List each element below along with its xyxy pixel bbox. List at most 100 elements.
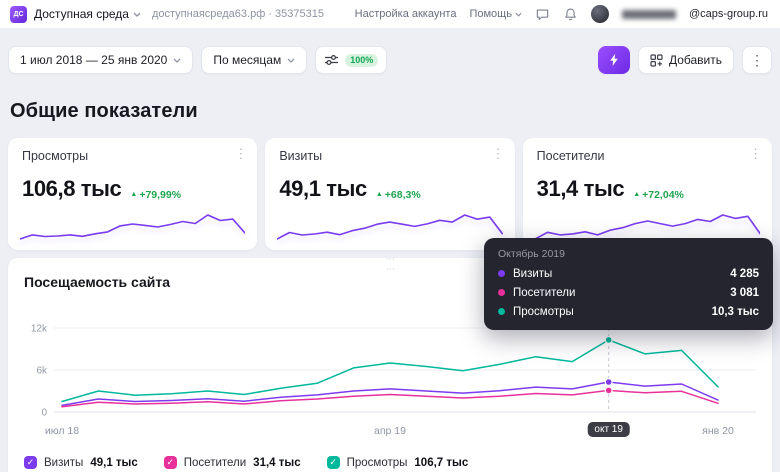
- widgets-grid-icon: [650, 54, 663, 67]
- tooltip-value: 10,3 тыс: [712, 306, 759, 318]
- metric-card-title: Посетители: [537, 149, 758, 163]
- x-tick-label: янв 20: [702, 425, 734, 437]
- chat-icon[interactable]: [535, 7, 550, 22]
- series-dot-icon: [498, 289, 505, 296]
- metric-card-title: Просмотры: [22, 149, 243, 163]
- topbar-left: ДС Доступная среда доступнаясреда63.рф ·…: [10, 6, 324, 23]
- legend-item-visitors[interactable]: ✓ Посетители 31,4 тыс: [164, 456, 301, 469]
- date-range-picker[interactable]: 1 июл 2018 — 25 янв 2020: [8, 46, 193, 74]
- add-widget-button[interactable]: Добавить: [638, 46, 734, 74]
- bell-icon[interactable]: [563, 7, 578, 22]
- checkbox-icon: ✓: [327, 456, 340, 469]
- user-email-domain: @caps-group.ru: [689, 8, 768, 20]
- tooltip-row: Визиты 4 285: [498, 264, 759, 283]
- series-dot-icon: [498, 308, 505, 315]
- account-settings-link[interactable]: Настройка аккаунта: [355, 8, 457, 20]
- legend-value: 106,7 тыс: [414, 457, 468, 469]
- metric-card-views: Просмотры ⋮ 106,8 тыс ▲+79,99%: [8, 138, 257, 250]
- legend-label: Визиты: [44, 457, 83, 469]
- metric-cards-row: Просмотры ⋮ 106,8 тыс ▲+79,99% Визиты ⋮ …: [0, 138, 780, 250]
- line-chart[interactable]: 12k 6k 0 июл 18 апр 19 окт 19 янв 20: [24, 320, 756, 442]
- metric-delta: ▲+72,04%: [633, 189, 684, 201]
- metric-delta: ▲+79,99%: [130, 189, 181, 201]
- sampling-badge: 100%: [345, 54, 378, 67]
- chevron-down-icon: [287, 58, 295, 63]
- x-tick-label-highlighted: окт 19: [587, 422, 630, 437]
- card-menu-icon[interactable]: ⋮: [492, 147, 505, 160]
- metric-value: 106,8 тыс: [22, 176, 121, 202]
- delta-up-icon: ▲: [376, 191, 383, 198]
- chart-legend: ✓ Визиты 49,1 тыс ✓ Посетители 31,4 тыс …: [24, 456, 756, 469]
- sparkline-chart: [277, 209, 502, 243]
- lightning-icon: [608, 53, 620, 67]
- topbar-right: Настройка аккаунта Помощь @caps-group.ru: [355, 5, 768, 23]
- chevron-down-icon: [173, 58, 181, 63]
- x-axis: июл 18 апр 19 окт 19 янв 20: [24, 422, 756, 442]
- tooltip-label: Посетители: [513, 287, 575, 299]
- drag-handle-icon[interactable]: ⋮⋮: [385, 255, 396, 275]
- boost-button[interactable]: [598, 46, 630, 74]
- metric-value-row: 49,1 тыс ▲+68,3%: [279, 176, 500, 202]
- toolbar-left-group: 1 июл 2018 — 25 янв 2020 По месяцам 100%: [8, 46, 387, 74]
- legend-value: 31,4 тыс: [253, 457, 300, 469]
- legend-item-views[interactable]: ✓ Просмотры 106,7 тыс: [327, 456, 469, 469]
- help-menu[interactable]: Помощь: [469, 8, 522, 20]
- delta-up-icon: ▲: [130, 191, 137, 198]
- metric-card-visitors: Посетители ⋮ 31,4 тыс ▲+72,04%: [523, 138, 772, 250]
- x-tick-label: июл 18: [45, 425, 79, 437]
- sparkline-chart: [20, 209, 245, 243]
- checkbox-icon: ✓: [24, 456, 37, 469]
- series-dot-icon: [498, 270, 505, 277]
- metrica-logo-icon[interactable]: ДС: [10, 6, 27, 23]
- topbar: ДС Доступная среда доступнаясреда63.рф ·…: [0, 0, 780, 28]
- counter-meta: доступнаясреда63.рф · 35375315: [152, 8, 324, 20]
- checkbox-icon: ✓: [164, 456, 177, 469]
- date-range-label: 1 июл 2018 — 25 янв 2020: [20, 53, 167, 67]
- chart-tooltip: Октябрь 2019 Визиты 4 285 Посетители 3 0…: [484, 238, 773, 330]
- tooltip-title: Октябрь 2019: [498, 248, 759, 260]
- svg-text:6k: 6k: [36, 366, 48, 377]
- svg-text:0: 0: [41, 408, 47, 419]
- metric-value-row: 31,4 тыс ▲+72,04%: [537, 176, 758, 202]
- add-widget-label: Добавить: [669, 53, 722, 67]
- delta-value: +68,3%: [385, 189, 421, 201]
- help-label: Помощь: [469, 8, 512, 20]
- metric-value-row: 106,8 тыс ▲+79,99%: [22, 176, 243, 202]
- svg-text:12k: 12k: [31, 324, 48, 335]
- metric-value: 31,4 тыс: [537, 176, 625, 202]
- section-title: Общие показатели: [0, 74, 780, 138]
- kebab-icon: ⋮: [750, 52, 764, 69]
- card-menu-icon[interactable]: ⋮: [234, 147, 247, 160]
- toolbar: 1 июл 2018 — 25 янв 2020 По месяцам 100%…: [0, 28, 780, 74]
- sliders-icon: [324, 53, 339, 67]
- tooltip-row: Просмотры 10,3 тыс: [498, 302, 759, 321]
- counter-name: Доступная среда: [34, 7, 129, 21]
- legend-label: Просмотры: [347, 457, 408, 469]
- tooltip-value: 4 285: [730, 268, 759, 280]
- x-tick-label: апр 19: [374, 425, 406, 437]
- card-menu-icon[interactable]: ⋮: [749, 147, 762, 160]
- metric-card-title: Визиты: [279, 149, 500, 163]
- more-menu-button[interactable]: ⋮: [742, 46, 772, 74]
- delta-value: +72,04%: [642, 189, 684, 201]
- tooltip-row: Посетители 3 081: [498, 283, 759, 302]
- legend-label: Посетители: [184, 457, 246, 469]
- delta-up-icon: ▲: [633, 191, 640, 198]
- tooltip-label: Визиты: [513, 268, 552, 280]
- tooltip-label: Просмотры: [513, 306, 574, 318]
- metric-delta: ▲+68,3%: [376, 189, 421, 201]
- metric-value: 49,1 тыс: [279, 176, 367, 202]
- legend-value: 49,1 тыс: [90, 457, 137, 469]
- user-avatar[interactable]: [591, 5, 609, 23]
- counter-switcher[interactable]: Доступная среда: [34, 7, 141, 21]
- toolbar-right-group: Добавить ⋮: [598, 46, 772, 74]
- granularity-label: По месяцам: [213, 53, 281, 67]
- sampling-button[interactable]: 100%: [315, 46, 387, 74]
- metric-card-visits: Визиты ⋮ 49,1 тыс ▲+68,3%: [265, 138, 514, 250]
- granularity-select[interactable]: По месяцам: [201, 46, 307, 74]
- chevron-down-icon: [515, 12, 522, 17]
- tooltip-value: 3 081: [730, 287, 759, 299]
- legend-item-visits[interactable]: ✓ Визиты 49,1 тыс: [24, 456, 138, 469]
- chevron-down-icon: [133, 12, 141, 17]
- delta-value: +79,99%: [139, 189, 181, 201]
